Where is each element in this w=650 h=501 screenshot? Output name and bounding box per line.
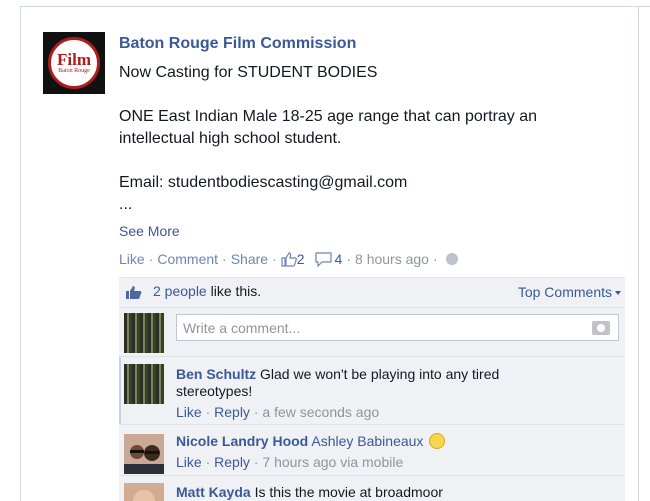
comment-text: Matt Kayda Is this the movie at broadmoo… <box>176 484 616 501</box>
comment-body: Matt Kayda Is this the movie at broadmoo… <box>176 484 616 501</box>
top-comments-dropdown[interactable]: Top Comments <box>518 284 621 300</box>
likes-summary: 2 people like this. <box>153 283 261 299</box>
separator: · <box>346 251 352 267</box>
avatar-photo <box>124 434 164 474</box>
avatar-photo <box>124 483 164 501</box>
comments-section: 2 people like this. Top Comments Write a… <box>119 277 625 501</box>
comment-body: Ben Schultz Glad we won't be playing int… <box>176 366 616 421</box>
post-container: Film Baton Rouge Baton Rouge Film Commis… <box>0 0 650 501</box>
speech-bubble-icon <box>314 251 332 267</box>
comment-reply-link[interactable]: Reply <box>214 404 250 420</box>
post-line: ONE East Indian Male 18-25 age range tha… <box>119 108 538 125</box>
comment-like-link[interactable]: Like <box>176 454 202 470</box>
comment-meta: Like · Reply · 7 hours ago via mobile <box>176 454 404 470</box>
avatar[interactable] <box>124 483 164 501</box>
comment-text: Ben Schultz Glad we won't be playing int… <box>176 366 616 400</box>
avatar[interactable] <box>124 434 164 474</box>
comment-meta: Like · Reply · a few seconds ago <box>176 404 380 420</box>
avatar[interactable] <box>124 364 164 404</box>
thumbs-up-icon <box>281 251 297 267</box>
comment-author[interactable]: Nicole Landry Hood <box>176 433 308 449</box>
post-line: intellectual high school student. <box>119 130 342 147</box>
post-content: Baton Rouge Film Commission Now Casting … <box>119 34 619 240</box>
separator: · <box>432 251 438 267</box>
comment-link[interactable]: Comment <box>157 250 218 268</box>
right-border <box>638 6 639 501</box>
comment-reply-link[interactable]: Reply <box>214 454 250 470</box>
top-border <box>20 6 650 7</box>
top-comments-label: Top Comments <box>517 284 612 300</box>
globe-icon[interactable] <box>445 253 458 265</box>
comment-time[interactable]: a few seconds ago <box>262 404 379 420</box>
comment-author[interactable]: Ben Schultz <box>176 366 256 382</box>
separator: · <box>222 251 227 267</box>
likes-row: 2 people like this. Top Comments <box>119 278 625 308</box>
separator: · <box>148 251 154 267</box>
likes-count[interactable]: 2 <box>281 250 305 268</box>
comment-text: Nicole Landry Hood Ashley Babineaux <box>176 433 616 450</box>
new-comment-indicator <box>119 357 121 424</box>
camera-icon[interactable] <box>592 321 610 335</box>
comments-count-value: 4 <box>334 251 343 267</box>
post-line: Now Casting for STUDENT BODIES <box>119 64 378 81</box>
see-more-link[interactable]: See More <box>119 222 619 240</box>
smiley-icon <box>429 433 446 449</box>
timestamp-link[interactable]: 8 hours ago <box>355 250 429 268</box>
separator: · <box>272 251 277 267</box>
comment-text-line1: Is this the movie at broadmoor <box>254 484 443 500</box>
comment-text-line1: Glad we won't be playing into any tired <box>260 366 500 382</box>
caret-down-icon <box>615 291 621 296</box>
left-border <box>20 6 21 501</box>
current-user-avatar[interactable] <box>124 313 164 353</box>
like-link[interactable]: Like <box>119 250 145 268</box>
logo-main-text: Film <box>57 49 91 69</box>
comment-body: Nicole Landry Hood Ashley Babineaux Like… <box>176 433 616 471</box>
comments-count[interactable]: 4 <box>314 250 343 268</box>
comment: Matt Kayda Is this the movie at broadmoo… <box>119 476 625 501</box>
page-avatar[interactable]: Film Baton Rouge <box>43 32 105 94</box>
comment-like-link[interactable]: Like <box>176 404 202 420</box>
post-actions: Like · Comment · Share · 2 4 · 8 hours a… <box>119 250 458 268</box>
write-comment-input[interactable]: Write a comment... <box>176 314 619 341</box>
comment-text-line2: stereotypes! <box>176 383 253 399</box>
likes-people-link[interactable]: 2 people <box>153 283 207 299</box>
comment: Ben Schultz Glad we won't be playing int… <box>119 357 625 424</box>
write-comment-placeholder: Write a comment... <box>183 320 301 336</box>
page-name-link[interactable]: Baton Rouge Film Commission <box>119 34 619 54</box>
likes-count-value: 2 <box>296 251 305 267</box>
comment: Nicole Landry Hood Ashley Babineaux Like… <box>119 425 625 475</box>
post-line: Email: studentbodiescasting@gmail.com <box>119 174 408 191</box>
comment-author[interactable]: Matt Kayda <box>176 484 251 500</box>
post-line: ... <box>119 196 133 213</box>
logo-sub-text: Baton Rouge <box>58 67 90 74</box>
likes-suffix: like this. <box>206 283 262 299</box>
film-logo-icon: Film Baton Rouge <box>48 37 100 89</box>
share-link[interactable]: Share <box>231 250 268 268</box>
tagged-user-link[interactable]: Ashley Babineaux <box>311 433 423 449</box>
thumbs-up-icon <box>126 286 142 299</box>
comment-time[interactable]: 7 hours ago via mobile <box>262 454 403 470</box>
post-body: Now Casting for STUDENT BODIES ONE East … <box>119 62 619 216</box>
